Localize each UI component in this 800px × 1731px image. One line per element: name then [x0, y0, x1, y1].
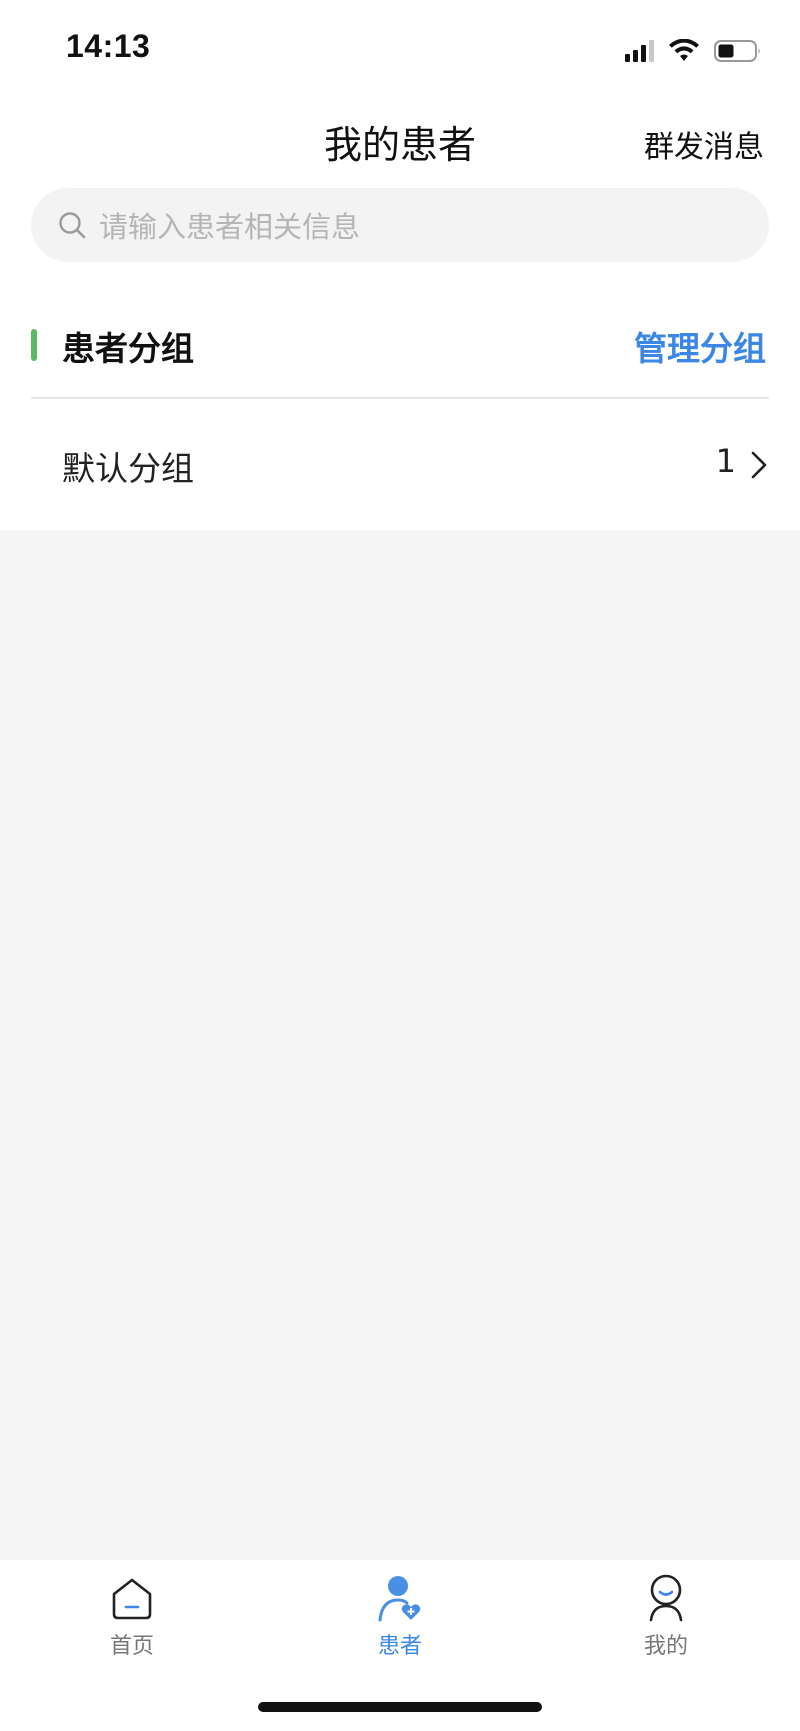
home-indicator	[258, 1702, 542, 1712]
status-time: 14:13	[66, 28, 151, 64]
broadcast-message-button[interactable]: 群发消息	[644, 122, 764, 166]
group-label: 默认分组	[62, 449, 194, 488]
home-icon	[112, 1578, 152, 1620]
section-title: 患者分组	[62, 329, 194, 368]
tab-home[interactable]: 首页	[52, 1574, 212, 1660]
status-icons	[625, 36, 762, 66]
tab-home-label: 首页	[109, 1634, 154, 1659]
status-bar: 14:13	[0, 0, 800, 100]
tab-patients[interactable]: 患者	[320, 1574, 480, 1660]
group-count: 1	[715, 442, 736, 480]
search-placeholder: 请输入患者相关信息	[99, 210, 361, 244]
patients-screen: 14:13 我的 患者 群发消息 请输入患者相关信息 患者分组 管理分组 默认分组…	[0, 0, 800, 1731]
patient-icon	[378, 1576, 421, 1622]
divider	[31, 397, 769, 399]
chevron-right-icon	[751, 451, 767, 479]
tab-patients-label: 患者	[377, 1634, 422, 1659]
tab-profile[interactable]: 我的	[586, 1574, 746, 1660]
wifi-icon	[669, 39, 699, 61]
section-accent-bar	[31, 329, 37, 361]
tab-profile-label: 我的	[643, 1634, 688, 1659]
search-input[interactable]: 请输入患者相关信息	[31, 188, 769, 262]
cellular-signal-icon	[625, 40, 654, 62]
search-icon	[59, 212, 86, 239]
battery-icon	[714, 40, 760, 62]
manage-groups-button[interactable]: 管理分组	[634, 322, 766, 370]
group-row[interactable]: 默认分组 1	[0, 400, 800, 530]
profile-icon	[649, 1574, 683, 1622]
